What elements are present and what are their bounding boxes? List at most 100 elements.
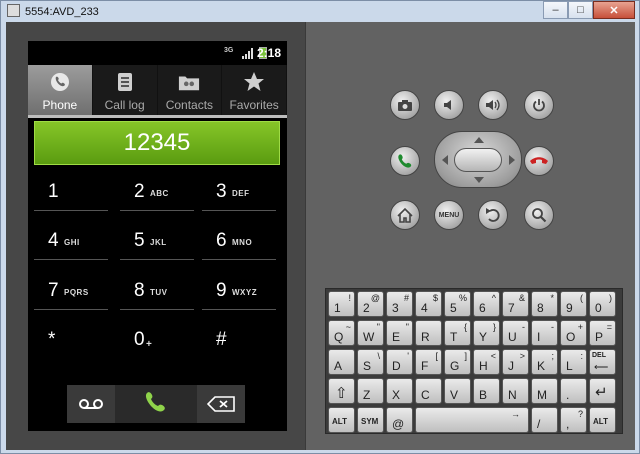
dpad-up-icon[interactable] — [474, 137, 484, 143]
key-j[interactable]: J > — [502, 349, 529, 375]
tab-call-log[interactable]: Call log — [93, 65, 158, 115]
key-q[interactable]: Q ~ — [328, 320, 355, 346]
voicemail-icon — [79, 399, 103, 409]
key-space[interactable]: → — [415, 407, 529, 433]
key-3[interactable]: 3 # — [386, 291, 413, 317]
dpad-left-icon[interactable] — [442, 155, 448, 165]
key-a[interactable]: A — [328, 349, 355, 375]
minimize-button[interactable]: ‒ — [543, 1, 568, 19]
dial-key-8[interactable]: 8 TUV — [120, 270, 194, 310]
key-d[interactable]: D ' — [386, 349, 413, 375]
end-call-button[interactable] — [524, 146, 554, 176]
dial-key-star[interactable]: * — [34, 319, 108, 359]
key-2[interactable]: 2 @ — [357, 291, 384, 317]
dpad-right-icon[interactable] — [509, 155, 515, 165]
key-alt: @ — [370, 293, 380, 303]
key-1[interactable]: 1! — [328, 291, 355, 317]
maximize-button[interactable]: □ — [568, 1, 593, 19]
dial-key-4[interactable]: 4 GHI — [34, 220, 108, 260]
menu-button[interactable]: MENU — [434, 200, 464, 230]
key-main: O — [566, 330, 576, 344]
key-alt-right[interactable]: ALT — [589, 407, 616, 433]
key-r[interactable]: R — [415, 320, 442, 346]
dial-key-hash[interactable]: # — [202, 319, 276, 359]
backspace-icon: ⟵ — [594, 362, 609, 373]
key-8[interactable]: 8 * — [531, 291, 558, 317]
power-button[interactable] — [524, 90, 554, 120]
dial-key-1[interactable]: 1 — [34, 171, 108, 211]
key-f[interactable]: F[ — [415, 349, 442, 375]
key-sym[interactable]: SYM — [357, 407, 384, 433]
call-button[interactable] — [115, 385, 197, 423]
key-enter[interactable]: ↵ — [589, 378, 616, 404]
status-bar: 3G 2:18 — [28, 41, 287, 65]
key-0[interactable]: 0) — [589, 291, 616, 317]
key-7[interactable]: 7 & — [502, 291, 529, 317]
key-shift[interactable]: ⇧ — [328, 378, 355, 404]
close-button[interactable]: ✕ — [593, 1, 635, 19]
key-l[interactable]: L: — [560, 349, 587, 375]
key-4[interactable]: 4 $ — [415, 291, 442, 317]
key-n[interactable]: N — [502, 378, 529, 404]
key-5[interactable]: 5% — [444, 291, 471, 317]
key-slash[interactable]: / — [531, 407, 558, 433]
dial-key-9[interactable]: 9 WXYZ — [202, 270, 276, 310]
key-z[interactable]: Z — [357, 378, 384, 404]
key-u[interactable]: U- — [502, 320, 529, 346]
key-alt-left[interactable]: ALT — [328, 407, 355, 433]
key-v[interactable]: V — [444, 378, 471, 404]
key-letters: MNO — [232, 238, 253, 247]
dial-key-6[interactable]: 6 MNO — [202, 220, 276, 260]
key-x[interactable]: X — [386, 378, 413, 404]
key-y[interactable]: Y} — [473, 320, 500, 346]
tab-contacts[interactable]: Contacts — [158, 65, 223, 115]
key-9[interactable]: 9( — [560, 291, 587, 317]
back-button[interactable] — [478, 200, 508, 230]
dpad-down-icon[interactable] — [474, 177, 484, 183]
search-button[interactable] — [524, 200, 554, 230]
menu-label: MENU — [438, 211, 460, 219]
tab-favorites[interactable]: Favorites — [222, 65, 287, 115]
dial-key-7[interactable]: 7 PQRS — [34, 270, 108, 310]
title-bar[interactable]: 5554:AVD_233 ‒ □ ✕ — [1, 1, 640, 21]
tab-phone[interactable]: Phone — [28, 65, 93, 115]
dial-key-2[interactable]: 2 ABC — [120, 171, 194, 211]
key-p[interactable]: P = — [589, 320, 616, 346]
dpad-center-button[interactable] — [454, 148, 502, 172]
volume-down-button[interactable] — [434, 90, 464, 120]
key-at[interactable]: @ — [386, 407, 413, 433]
key-o[interactable]: O + — [560, 320, 587, 346]
key-alt: ' — [407, 351, 409, 361]
call-hardware-button[interactable] — [390, 146, 420, 176]
key-g[interactable]: G] — [444, 349, 471, 375]
key-main: DEL — [592, 352, 606, 359]
key-main: ALT — [332, 417, 347, 426]
dial-key-0[interactable]: 0 + — [120, 319, 194, 359]
key-main: Z — [363, 388, 371, 402]
key-digit: 8 — [134, 280, 145, 301]
key-h[interactable]: H < — [473, 349, 500, 375]
key-c[interactable]: C — [415, 378, 442, 404]
key-b[interactable]: B — [473, 378, 500, 404]
voicemail-button[interactable] — [67, 385, 115, 423]
key-k[interactable]: K; — [531, 349, 558, 375]
delete-button[interactable] — [197, 385, 245, 423]
key-del[interactable]: DEL ⟵ — [589, 349, 616, 375]
key-i[interactable]: I- — [531, 320, 558, 346]
dialed-number-field[interactable]: 12345 — [34, 121, 280, 165]
volume-up-button[interactable] — [478, 90, 508, 120]
key-e[interactable]: E " — [386, 320, 413, 346]
dpad[interactable] — [434, 131, 522, 188]
dial-key-5[interactable]: 5 JKL — [120, 220, 194, 260]
key-comma[interactable]: ,? — [560, 407, 587, 433]
key-alt: ~ — [345, 322, 351, 332]
camera-button[interactable] — [390, 90, 420, 120]
key-w[interactable]: W " — [357, 320, 384, 346]
home-button[interactable] — [390, 200, 420, 230]
dial-key-3[interactable]: 3 DEF — [202, 171, 276, 211]
key-m[interactable]: M — [531, 378, 558, 404]
key-period[interactable]: . — [560, 378, 587, 404]
key-s[interactable]: S \ — [357, 349, 384, 375]
key-6[interactable]: 6 ^ — [473, 291, 500, 317]
key-t[interactable]: T{ — [444, 320, 471, 346]
